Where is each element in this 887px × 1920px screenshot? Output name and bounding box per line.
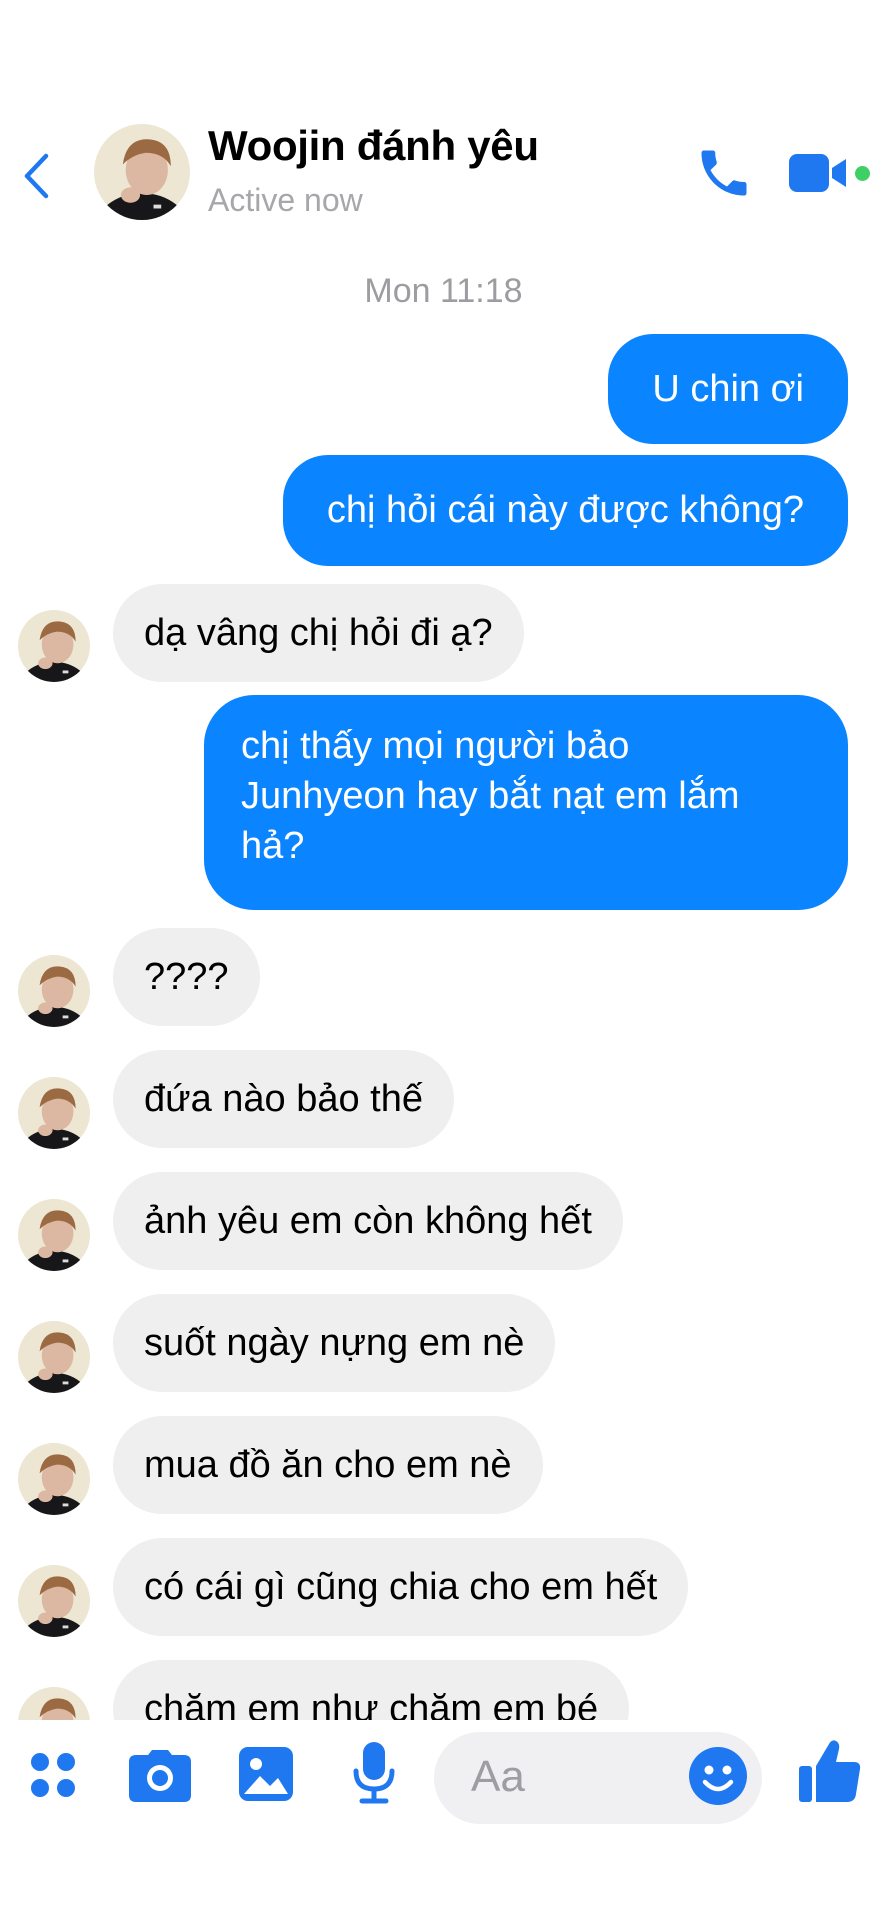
thumbs-up-icon [799, 1740, 861, 1802]
message-timestamp: Mon 11:18 [364, 272, 523, 310]
message-input-placeholder: Aa [471, 1752, 525, 1801]
audio-call-button[interactable] [694, 142, 754, 204]
chat-header: Woojin đánh yêu Active now [0, 0, 887, 230]
sender-avatar[interactable] [18, 1565, 90, 1637]
emoji-button[interactable] [688, 1746, 748, 1806]
message-text-line: Junhyeon hay bắt nạt em lắm [241, 775, 740, 817]
sender-avatar[interactable] [18, 955, 90, 1027]
apps-button[interactable] [22, 1744, 84, 1806]
message-text: U chin ơi [652, 368, 804, 410]
message-bubble-outgoing[interactable]: chị hỏi cái này được không? [282, 455, 848, 566]
message-bubble-incoming[interactable]: ???? [113, 928, 260, 1026]
message-text: ảnh yêu em còn không hết [144, 1200, 592, 1242]
message-text: chị hỏi cái này được không? [326, 489, 804, 531]
camera-button[interactable] [126, 1746, 194, 1806]
microphone-icon [353, 1742, 395, 1804]
contact-avatar[interactable] [94, 124, 190, 220]
message-text: suốt ngày nựng em nè [144, 1322, 525, 1364]
voice-message-button[interactable] [346, 1740, 402, 1806]
contact-name[interactable]: Woojin đánh yêu [208, 122, 539, 170]
message-bubble-outgoing[interactable]: chị thấy mọi người bảo Junhyeon hay bắt … [204, 695, 848, 910]
sender-avatar[interactable] [18, 1443, 90, 1515]
message-text: đứa nào bảo thế [144, 1078, 424, 1120]
message-bubble-incoming[interactable]: mua đồ ăn cho em nè [113, 1416, 543, 1514]
sender-avatar[interactable] [18, 1199, 90, 1271]
message-bubble-incoming[interactable]: ảnh yêu em còn không hết [113, 1172, 623, 1270]
chevron-left-icon [24, 153, 49, 199]
back-button[interactable] [14, 150, 58, 202]
online-indicator [855, 166, 870, 181]
message-bubble-incoming[interactable]: suốt ngày nựng em nè [113, 1294, 556, 1392]
photo-gallery-icon [239, 1747, 293, 1801]
message-bubble-incoming[interactable]: đứa nào bảo thế [113, 1050, 455, 1148]
emoji-icon [689, 1747, 747, 1805]
sender-avatar[interactable] [18, 1321, 90, 1393]
video-camera-icon [789, 154, 846, 192]
sender-avatar[interactable] [18, 1077, 90, 1149]
message-text-line: chị thấy mọi người bảo [241, 725, 630, 767]
sender-avatar[interactable] [18, 610, 90, 682]
video-call-button[interactable] [788, 148, 860, 198]
camera-icon [129, 1750, 191, 1802]
message-bubble-incoming[interactable]: dạ vâng chị hỏi đi ạ? [113, 584, 524, 682]
message-text: mua đồ ăn cho em nè [144, 1444, 512, 1486]
message-text-line: hả? [241, 825, 305, 867]
like-button[interactable] [796, 1736, 864, 1806]
apps-grid-icon [31, 1753, 75, 1797]
active-status: Active now [208, 182, 363, 218]
message-bubble-outgoing[interactable]: U chin ơi [608, 334, 848, 444]
message-text: ???? [144, 956, 229, 998]
message-text: có cái gì cũng chia cho em hết [144, 1566, 658, 1608]
phone-icon [701, 150, 747, 196]
message-bubble-incoming[interactable]: có cái gì cũng chia cho em hết [113, 1538, 689, 1636]
message-text: dạ vâng chị hỏi đi ạ? [144, 612, 493, 654]
gallery-button[interactable] [236, 1744, 296, 1804]
